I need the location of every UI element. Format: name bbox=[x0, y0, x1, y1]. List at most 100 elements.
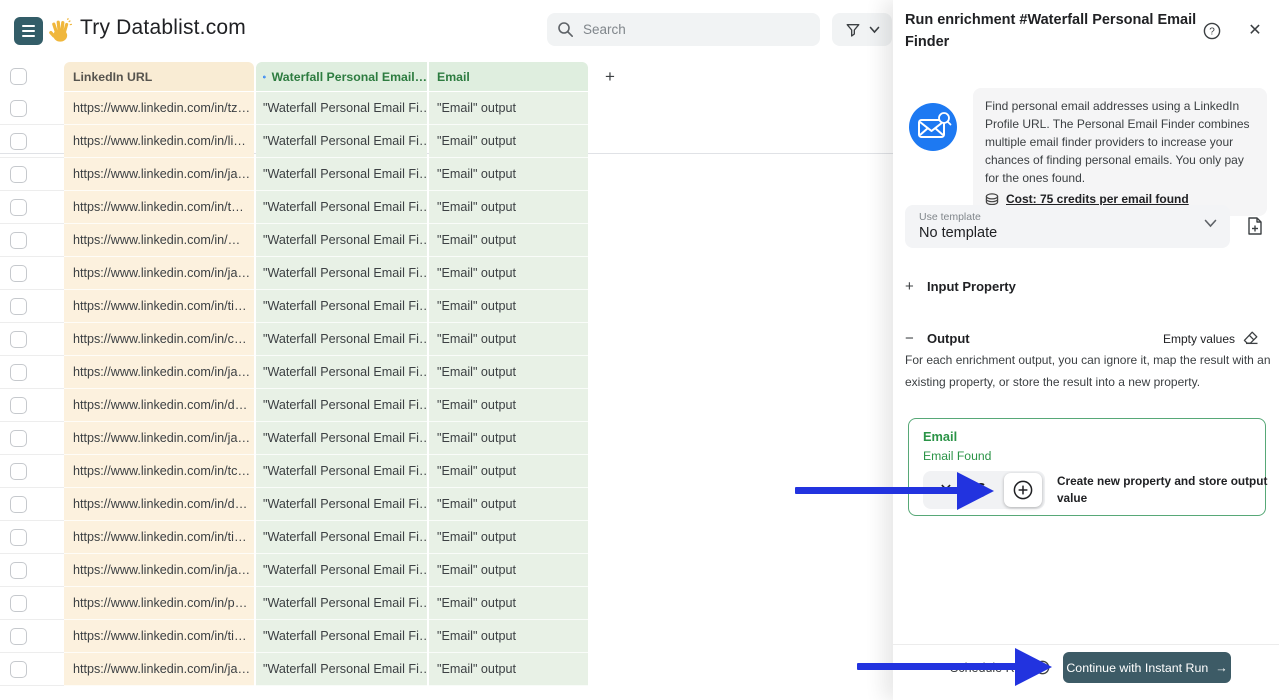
help-icon[interactable]: ? bbox=[1203, 22, 1221, 40]
select-all-checkbox[interactable] bbox=[10, 68, 27, 85]
cell-waterfall-output[interactable]: "Waterfall Personal Email Fi… bbox=[256, 554, 427, 587]
cell-waterfall-output[interactable]: "Waterfall Personal Email Fi… bbox=[256, 125, 427, 158]
create-new-property-button[interactable] bbox=[1004, 473, 1042, 507]
cell-linkedin-url[interactable]: https://www.linkedin.com/in/li… bbox=[64, 125, 254, 158]
cell-linkedin-url[interactable]: https://www.linkedin.com/in/t… bbox=[64, 191, 254, 224]
output-label: Output bbox=[927, 331, 970, 346]
cell-linkedin-url[interactable]: https://www.linkedin.com/in/ja… bbox=[64, 356, 254, 389]
cell-linkedin-url[interactable]: https://www.linkedin.com/in/ti… bbox=[64, 521, 254, 554]
row-checkbox[interactable] bbox=[10, 166, 27, 183]
cell-email-output[interactable]: "Email" output bbox=[429, 224, 588, 257]
cell-email-output[interactable]: "Email" output bbox=[429, 389, 588, 422]
cell-waterfall-output[interactable]: "Waterfall Personal Email Fi… bbox=[256, 92, 427, 125]
cell-linkedin-url[interactable]: https://www.linkedin.com/in/p… bbox=[64, 587, 254, 620]
cell-email-output[interactable]: "Email" output bbox=[429, 191, 588, 224]
cell-waterfall-output[interactable]: "Waterfall Personal Email Fi… bbox=[256, 191, 427, 224]
cell-waterfall-output[interactable]: "Waterfall Personal Email Fi… bbox=[256, 257, 427, 290]
cell-email-output[interactable]: "Email" output bbox=[429, 356, 588, 389]
row-checkbox[interactable] bbox=[10, 265, 27, 282]
search-input[interactable] bbox=[583, 22, 783, 37]
column-header-email[interactable]: Email bbox=[429, 62, 588, 91]
hamburger-menu-button[interactable] bbox=[14, 17, 43, 45]
cell-email-output[interactable]: "Email" output bbox=[429, 587, 588, 620]
row-checkbox[interactable] bbox=[10, 463, 27, 480]
empty-values-label[interactable]: Empty values bbox=[1163, 332, 1235, 346]
cell-waterfall-output[interactable]: "Waterfall Personal Email Fi… bbox=[256, 620, 427, 653]
row-checkbox[interactable] bbox=[10, 628, 27, 645]
cell-waterfall-output[interactable]: "Waterfall Personal Email Fi… bbox=[256, 389, 427, 422]
cell-waterfall-output[interactable]: "Waterfall Personal Email Fi… bbox=[256, 653, 427, 686]
expand-icon[interactable]: + bbox=[905, 278, 927, 295]
cell-linkedin-url[interactable]: https://www.linkedin.com/in/… bbox=[64, 224, 254, 257]
cell-linkedin-url[interactable]: https://www.linkedin.com/in/ti… bbox=[64, 620, 254, 653]
row-checkbox[interactable] bbox=[10, 232, 27, 249]
cell-email-output[interactable]: "Email" output bbox=[429, 257, 588, 290]
column-header-waterfall[interactable]: Waterfall Personal Email… bbox=[256, 62, 427, 91]
close-icon[interactable]: ✕ bbox=[1245, 20, 1265, 40]
column-header-linkedin-url[interactable]: LinkedIn URL bbox=[64, 62, 254, 91]
table-row: https://www.linkedin.com/in/tc… "Waterfa… bbox=[0, 455, 893, 488]
cell-waterfall-output[interactable]: "Waterfall Personal Email Fi… bbox=[256, 521, 427, 554]
collapse-icon[interactable]: − bbox=[905, 330, 927, 347]
cell-waterfall-output[interactable]: "Waterfall Personal Email Fi… bbox=[256, 224, 427, 257]
cell-linkedin-url[interactable]: https://www.linkedin.com/in/d… bbox=[64, 488, 254, 521]
cell-email-output[interactable]: "Email" output bbox=[429, 125, 588, 158]
row-checkbox[interactable] bbox=[10, 562, 27, 579]
cell-waterfall-output[interactable]: "Waterfall Personal Email Fi… bbox=[256, 422, 427, 455]
filter-bar[interactable] bbox=[832, 13, 892, 46]
cost-label[interactable]: Cost: 75 credits per email found bbox=[1006, 192, 1189, 206]
page-title: Try Datablist.com bbox=[80, 16, 246, 39]
row-checkbox[interactable] bbox=[10, 496, 27, 513]
cell-email-output[interactable]: "Email" output bbox=[429, 158, 588, 191]
cell-linkedin-url[interactable]: https://www.linkedin.com/in/tc… bbox=[64, 455, 254, 488]
cell-linkedin-url[interactable]: https://www.linkedin.com/in/d… bbox=[64, 389, 254, 422]
cell-email-output[interactable]: "Email" output bbox=[429, 455, 588, 488]
cell-waterfall-output[interactable]: "Waterfall Personal Email Fi… bbox=[256, 158, 427, 191]
row-checkbox[interactable] bbox=[10, 661, 27, 678]
cell-email-output[interactable]: "Email" output bbox=[429, 554, 588, 587]
cell-waterfall-output[interactable]: "Waterfall Personal Email Fi… bbox=[256, 323, 427, 356]
table-header-row: LinkedIn URL Waterfall Personal Email… E… bbox=[0, 62, 893, 154]
cell-email-output[interactable]: "Email" output bbox=[429, 290, 588, 323]
add-column-button[interactable]: + bbox=[599, 66, 621, 88]
row-checkbox[interactable] bbox=[10, 529, 27, 546]
row-checkbox[interactable] bbox=[10, 199, 27, 216]
cell-linkedin-url[interactable]: https://www.linkedin.com/in/ja… bbox=[64, 422, 254, 455]
cell-linkedin-url[interactable]: https://www.linkedin.com/in/tz… bbox=[64, 92, 254, 125]
cell-email-output[interactable]: "Email" output bbox=[429, 488, 588, 521]
cell-linkedin-url[interactable]: https://www.linkedin.com/in/ja… bbox=[64, 158, 254, 191]
row-checkbox[interactable] bbox=[10, 331, 27, 348]
row-checkbox[interactable] bbox=[10, 397, 27, 414]
cell-linkedin-url[interactable]: https://www.linkedin.com/in/ja… bbox=[64, 257, 254, 290]
cell-waterfall-output[interactable]: "Waterfall Personal Email Fi… bbox=[256, 488, 427, 521]
cell-waterfall-output[interactable]: "Waterfall Personal Email Fi… bbox=[256, 356, 427, 389]
cell-waterfall-output[interactable]: "Waterfall Personal Email Fi… bbox=[256, 455, 427, 488]
cell-waterfall-output[interactable]: "Waterfall Personal Email Fi… bbox=[256, 290, 427, 323]
row-checkbox[interactable] bbox=[10, 430, 27, 447]
cell-email-output[interactable]: "Email" output bbox=[429, 521, 588, 554]
cell-email-output[interactable]: "Email" output bbox=[429, 323, 588, 356]
cell-email-output[interactable]: "Email" output bbox=[429, 620, 588, 653]
cell-email-output[interactable]: "Email" output bbox=[429, 92, 588, 125]
input-property-section[interactable]: + Input Property bbox=[905, 278, 1267, 295]
row-checkbox[interactable] bbox=[10, 298, 27, 315]
output-section-header[interactable]: − Output Empty values bbox=[905, 330, 1267, 347]
cell-email-output[interactable]: "Email" output bbox=[429, 653, 588, 686]
cell-waterfall-output[interactable]: "Waterfall Personal Email Fi… bbox=[256, 587, 427, 620]
row-checkbox[interactable] bbox=[10, 133, 27, 150]
continue-with-instant-run-button[interactable]: Continue with Instant Run → bbox=[1063, 652, 1231, 683]
cell-linkedin-url[interactable]: https://www.linkedin.com/in/ja… bbox=[64, 653, 254, 686]
save-as-template-icon[interactable] bbox=[1245, 216, 1265, 236]
row-checkbox[interactable] bbox=[10, 364, 27, 381]
cell-linkedin-url[interactable]: https://www.linkedin.com/in/ti… bbox=[64, 290, 254, 323]
eraser-icon[interactable] bbox=[1242, 330, 1259, 346]
row-checkbox[interactable] bbox=[10, 100, 27, 117]
run-enrichment-panel: Run enrichment #Waterfall Personal Email… bbox=[893, 0, 1279, 700]
cell-email-output[interactable]: "Email" output bbox=[429, 422, 588, 455]
cell-linkedin-url[interactable]: https://www.linkedin.com/in/c… bbox=[64, 323, 254, 356]
search-box[interactable] bbox=[547, 13, 820, 46]
waving-hand-icon bbox=[49, 18, 73, 42]
cell-linkedin-url[interactable]: https://www.linkedin.com/in/ja… bbox=[64, 554, 254, 587]
row-checkbox[interactable] bbox=[10, 595, 27, 612]
template-select[interactable]: Use template No template bbox=[905, 205, 1230, 248]
